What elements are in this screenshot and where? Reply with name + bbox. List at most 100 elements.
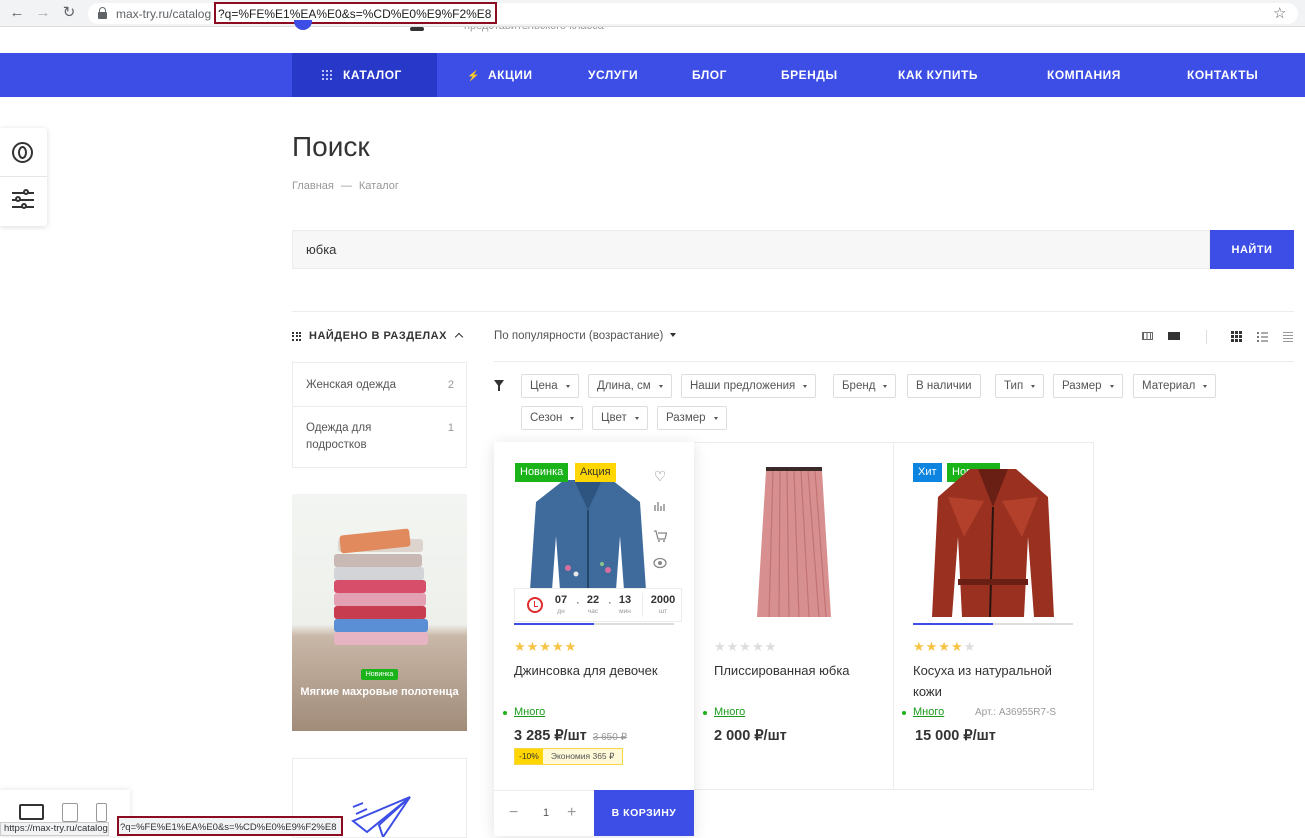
product-card[interactable]: ★★★★★ Плиссированная юбка Много 2 000 ₽/… (694, 442, 894, 790)
grid-icon (292, 331, 301, 341)
search-button[interactable]: НАЙТИ (1210, 230, 1294, 269)
filter-color[interactable]: Цвет (592, 406, 648, 430)
logo-text-fragment (410, 27, 424, 31)
filter-offers[interactable]: Наши предложения (681, 374, 817, 398)
mobile-icon[interactable] (96, 803, 107, 822)
filter-label: Длина, см (597, 380, 651, 392)
caret-down-icon (658, 385, 663, 388)
back-icon[interactable]: ← (8, 4, 26, 22)
view-list-icon[interactable] (1257, 332, 1269, 342)
caret-down-icon (1109, 385, 1114, 388)
settings-sliders-icon[interactable] (12, 189, 34, 210)
rating-stars: ★★★★★ (514, 639, 578, 654)
nav-blog[interactable]: БЛОГ (692, 53, 727, 97)
url-query-highlight: ?q=%FE%E1%EA%E0&s=%CD%E0%E9%F2%E8 (214, 2, 498, 24)
filter-label: Наши предложения (690, 380, 796, 392)
nav-brands[interactable]: БРЕНДЫ (781, 53, 838, 97)
nav-how-to-buy[interactable]: КАК КУПИТЬ (898, 53, 978, 97)
product-card-hovered[interactable]: Новинка Акция ♡ 07 дн · 22 час · 13 мин … (494, 442, 694, 836)
cart-icon[interactable] (652, 528, 668, 544)
section-item-label: Женская одежда (306, 379, 396, 391)
breadcrumb-home[interactable]: Главная (292, 180, 334, 192)
nav-services[interactable]: УСЛУГИ (588, 53, 638, 97)
filter-size[interactable]: Размер (1053, 374, 1123, 398)
product-name[interactable]: Косуха из натуральной кожи (913, 660, 1078, 702)
stock-status[interactable]: Много (901, 706, 944, 718)
section-item-count: 1 (447, 422, 454, 434)
section-item[interactable]: Женская одежда 2 (293, 377, 466, 394)
forward-icon[interactable]: → (34, 4, 52, 22)
sort-dropdown[interactable]: По популярности (возрастание) (494, 330, 677, 342)
nav-catalog-label: КАТАЛОГ (343, 68, 402, 82)
filter-price[interactable]: Цена (521, 374, 579, 398)
view-tile-active-icon[interactable] (1168, 332, 1180, 341)
quantity-value[interactable]: 1 (536, 807, 556, 819)
search-input[interactable] (292, 230, 1210, 269)
breadcrumb-catalog[interactable]: Каталог (359, 180, 399, 192)
filter-length[interactable]: Длина, см (588, 374, 672, 398)
filter-label: Размер (1062, 380, 1102, 392)
nav-sales-label: АКЦИИ (487, 68, 533, 82)
logo-icon[interactable] (294, 20, 312, 32)
product-name[interactable]: Джинсовка для девочек (514, 660, 679, 681)
filter-label: В наличии (916, 380, 972, 392)
view-tile-icon[interactable] (1142, 332, 1154, 341)
found-in-sections-toggle[interactable]: НАЙДЕНО В РАЗДЕЛАХ (292, 330, 464, 342)
status-url-base: https://max-try.ru/catalog (4, 823, 108, 834)
filter-brand[interactable]: Бренд (833, 374, 897, 398)
timer-hours: 22 (586, 594, 600, 606)
filter-type[interactable]: Тип (995, 374, 1045, 398)
quantity-plus-button[interactable]: + (567, 804, 576, 822)
sections-title: НАЙДЕНО В РАЗДЕЛАХ (309, 330, 447, 342)
filter-in-stock[interactable]: В наличии (907, 374, 981, 398)
view-grid-icon[interactable] (1231, 331, 1242, 342)
eye-icon[interactable] (652, 557, 668, 573)
nav-sales[interactable]: ⚡ АКЦИИ (467, 53, 532, 97)
filter-material[interactable]: Материал (1133, 374, 1217, 398)
image-slider-indicator[interactable] (993, 623, 1073, 625)
section-item[interactable]: Одежда для подростков 1 (293, 420, 466, 454)
image-slider-indicator[interactable] (913, 623, 993, 625)
bookmark-star-icon[interactable]: ☆ (1273, 4, 1286, 22)
filter-season[interactable]: Сезон (521, 406, 584, 430)
discount-percent: -10% (515, 749, 543, 764)
section-item-label: Одежда для подростков (306, 422, 372, 451)
caret-down-icon (1031, 385, 1036, 388)
filter-size-2[interactable]: Размер (657, 406, 727, 430)
filter-label: Тип (1004, 380, 1024, 392)
caret-down-icon (670, 333, 677, 337)
sections-list: Женская одежда 2 Одежда для подростков 1 (292, 362, 467, 468)
stock-status[interactable]: Много (502, 706, 545, 718)
product-article: Арт.: A36955R7-S (975, 707, 1057, 718)
heart-icon[interactable]: ♡ (652, 468, 668, 484)
nav-company[interactable]: КОМПАНИЯ (1047, 53, 1121, 97)
rating-stars: ★★★★★ (913, 639, 977, 654)
compare-bars-icon[interactable] (652, 499, 668, 515)
caret-down-icon (634, 417, 639, 420)
filter-label: Цена (530, 380, 558, 392)
compare-icon[interactable] (12, 142, 33, 163)
quantity-minus-button[interactable]: − (509, 804, 518, 822)
tablet-icon[interactable] (62, 803, 78, 822)
nav-contacts[interactable]: КОНТАКТЫ (1187, 53, 1258, 97)
tagline-fragment: представительского класса (464, 27, 624, 32)
filter-label: Размер (666, 412, 706, 424)
add-to-cart-button[interactable]: В КОРЗИНУ (594, 790, 694, 836)
promo-banner[interactable]: Новинка Мягкие махровые полотенца (292, 494, 467, 731)
view-table-icon[interactable] (1283, 332, 1295, 342)
product-card[interactable]: Хит Новинка ★★★★★ Косуха из натуральной … (893, 442, 1093, 790)
reload-icon[interactable]: ↻ (60, 4, 78, 22)
image-slider-indicator[interactable] (594, 623, 674, 625)
image-slider-indicator[interactable] (514, 623, 594, 625)
timer-quantity-label: шт (658, 608, 668, 615)
product-name[interactable]: Плиссированная юбка (714, 660, 879, 681)
clock-icon (527, 597, 543, 613)
caret-down-icon (570, 417, 575, 420)
grid-icon (322, 70, 332, 80)
filter-label: Сезон (530, 412, 563, 424)
banner-text: Мягкие махровые полотенца (300, 686, 459, 698)
stock-status[interactable]: Много (702, 706, 745, 718)
desktop-icon[interactable] (19, 804, 44, 820)
bolt-icon: ⚡ (467, 71, 480, 82)
nav-catalog[interactable]: КАТАЛОГ (292, 53, 437, 97)
